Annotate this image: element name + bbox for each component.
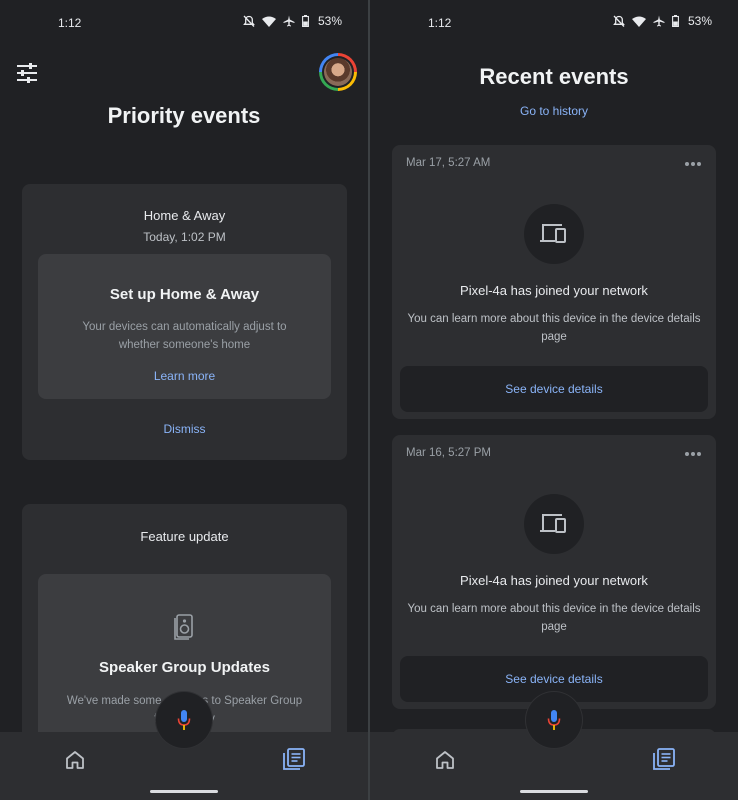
avatar-photo bbox=[324, 58, 352, 86]
feed-icon[interactable] bbox=[282, 747, 306, 771]
assistant-mic-button[interactable] bbox=[526, 692, 582, 748]
event-body: You can learn more about this device in … bbox=[407, 603, 701, 633]
panel-title: Set up Home & Away bbox=[109, 286, 260, 303]
more-horiz-icon[interactable] bbox=[684, 161, 702, 167]
home-icon[interactable] bbox=[64, 749, 86, 771]
battery-icon bbox=[302, 15, 309, 27]
event-card: Mar 17, 5:27 AM Pixel-4a has joined your… bbox=[392, 145, 716, 419]
speaker-icon bbox=[174, 614, 193, 640]
notifications-off-icon bbox=[613, 15, 625, 27]
status-time: 1:12 bbox=[58, 16, 82, 30]
wifi-icon bbox=[631, 16, 646, 27]
learn-more-link[interactable]: Learn more bbox=[38, 369, 331, 383]
priority-events-screen: 1:12 53% Priority events Home & Away Tod… bbox=[0, 0, 368, 800]
event-card: Mar 16, 5:27 PM Pixel-4a has joined your… bbox=[392, 435, 716, 709]
card-title: Feature update bbox=[140, 529, 229, 544]
home-away-card: Home & Away Today, 1:02 PM Set up Home &… bbox=[22, 184, 347, 460]
wifi-icon bbox=[261, 16, 276, 27]
battery-percent: 53% bbox=[317, 14, 342, 28]
page-title: Priority events bbox=[107, 103, 261, 128]
button-label: See device details bbox=[505, 672, 603, 686]
gesture-bar bbox=[520, 790, 588, 793]
panel-body: Your devices can automatically adjust to… bbox=[82, 321, 287, 351]
event-date: Mar 16, 5:27 PM bbox=[406, 447, 492, 459]
status-icons: 53% bbox=[613, 14, 712, 28]
card-time: Today, 1:02 PM bbox=[143, 230, 226, 244]
feed-icon[interactable] bbox=[652, 747, 676, 771]
panel-title: Speaker Group Updates bbox=[99, 659, 270, 676]
mic-icon bbox=[547, 710, 561, 730]
tune-icon[interactable] bbox=[16, 63, 38, 83]
event-title: Pixel-4a has joined your network bbox=[460, 283, 648, 298]
mic-icon bbox=[177, 710, 191, 730]
device-badge bbox=[524, 494, 584, 554]
setup-home-away-panel: Set up Home & Away Your devices can auto… bbox=[38, 254, 331, 399]
button-label: See device details bbox=[505, 382, 603, 396]
battery-percent: 53% bbox=[687, 14, 712, 28]
go-to-history-link[interactable]: Go to history bbox=[370, 104, 738, 118]
page-title: Recent events bbox=[479, 64, 629, 89]
airplane-icon bbox=[283, 15, 295, 27]
see-device-details-button[interactable]: See device details bbox=[400, 366, 708, 412]
battery-icon bbox=[672, 15, 679, 27]
more-horiz-icon[interactable] bbox=[684, 451, 702, 457]
recent-events-screen: 1:12 53% Recent events Go to history Mar… bbox=[370, 0, 738, 800]
devices-icon bbox=[540, 224, 566, 243]
notifications-off-icon bbox=[243, 15, 255, 27]
gesture-bar bbox=[150, 790, 218, 793]
event-body: You can learn more about this device in … bbox=[407, 313, 701, 343]
home-icon[interactable] bbox=[434, 749, 456, 771]
status-time: 1:12 bbox=[428, 16, 452, 30]
card-title: Home & Away bbox=[143, 208, 226, 223]
status-bar: 1:12 53% bbox=[370, 0, 738, 46]
status-icons: 53% bbox=[243, 14, 342, 28]
airplane-icon bbox=[653, 15, 665, 27]
event-date: Mar 17, 5:27 AM bbox=[406, 157, 491, 169]
devices-icon bbox=[540, 514, 566, 533]
status-bar: 1:12 53% bbox=[0, 0, 368, 46]
event-title: Pixel-4a has joined your network bbox=[460, 573, 648, 588]
assistant-mic-button[interactable] bbox=[156, 692, 212, 748]
account-avatar[interactable] bbox=[319, 53, 357, 91]
device-badge bbox=[524, 204, 584, 264]
dismiss-button[interactable]: Dismiss bbox=[22, 422, 347, 436]
